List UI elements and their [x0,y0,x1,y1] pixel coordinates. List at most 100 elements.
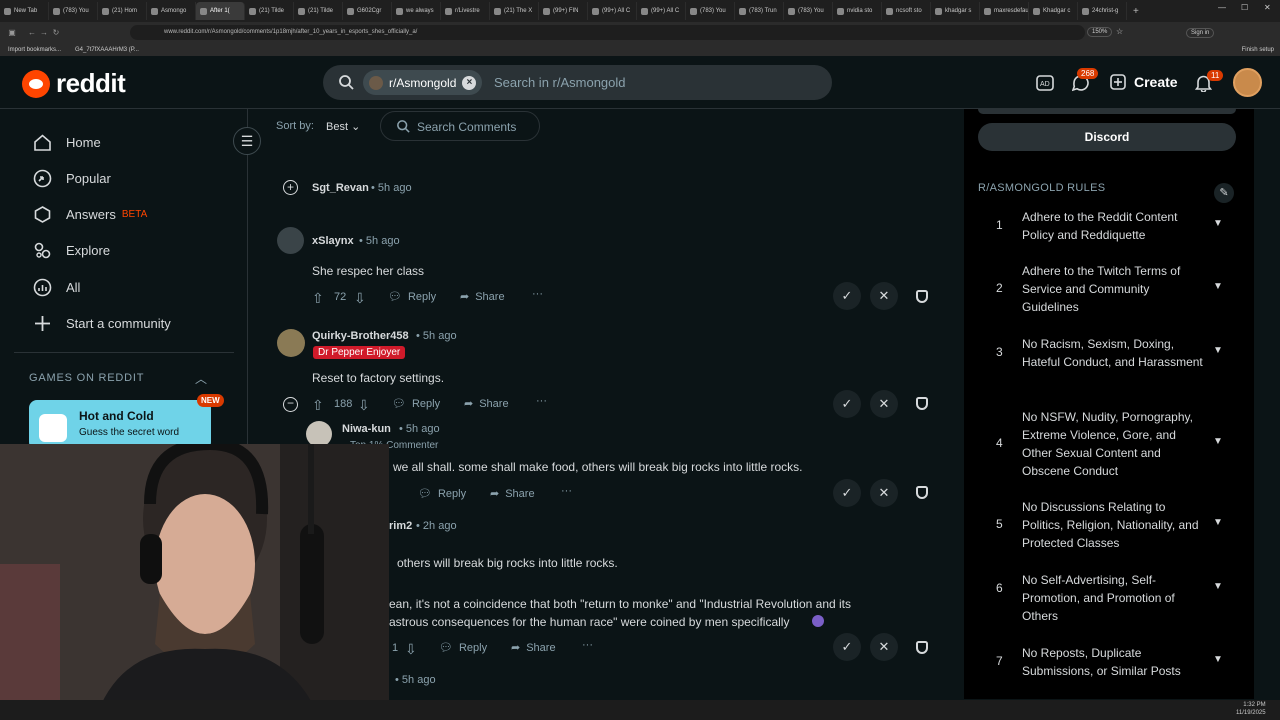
browser-tab[interactable]: (783) You [784,2,833,20]
forward-icon[interactable]: → [38,28,50,37]
sidebar-item-answers[interactable]: Answers BETA [33,205,147,224]
game-card[interactable] [29,400,211,450]
clear-chip-icon[interactable]: × [462,75,477,90]
approve-button[interactable]: ✓ [833,282,861,310]
chevron-down-icon[interactable]: ▼ [1213,218,1223,229]
rule-text[interactable]: No Discussions Relating to Politics, Rel… [1022,498,1207,552]
chevron-down-icon[interactable]: ▼ [1213,581,1223,592]
menu-toggle-button[interactable]: ☰ [233,127,261,155]
browser-tab[interactable]: (21) Tilde [294,2,343,20]
rule-text[interactable]: No Reposts, Duplicate Submissions, or Si… [1022,644,1207,680]
close-window-icon[interactable]: ✕ [1264,3,1271,12]
more-options-icon[interactable]: ··· [561,485,572,497]
browser-tab[interactable]: r/Livestre [441,2,490,20]
reload-icon[interactable]: ↻ [50,28,62,37]
downvote-icon[interactable]: ⇩ [354,290,366,307]
browser-tab[interactable]: nvidia sto [833,2,882,20]
sidebar-item-start-community[interactable]: Start a community [33,314,171,333]
browser-tab[interactable]: Asmongo [147,2,196,20]
rule-text[interactable]: Adhere to the Reddit Content Policy and … [1022,208,1207,244]
more-options-icon[interactable]: ··· [532,288,543,300]
comment-username[interactable]: Quirky-Brother458 [312,330,409,342]
browser-tab[interactable]: (21) The X [490,2,539,20]
sign-in-button[interactable]: Sign in [1186,28,1215,38]
rule-text[interactable]: No Self-Advertising, Self-Promotion, and… [1022,571,1207,625]
remove-button[interactable]: ✕ [870,390,898,418]
remove-button[interactable]: ✕ [870,479,898,507]
browser-tab[interactable]: maxresdefault [980,2,1029,20]
subreddit-chip[interactable]: r/Asmongold × [363,70,483,95]
chevron-down-icon[interactable]: ▼ [1213,281,1223,292]
share-button[interactable]: ➦ Share [460,290,505,304]
comment-avatar[interactable] [277,329,305,357]
minimize-icon[interactable]: — [1218,3,1226,12]
sidebar-item-home[interactable]: Home [33,133,101,152]
search-input[interactable]: Search in r/Asmongold [494,75,626,90]
mod-shield-icon[interactable] [916,290,928,303]
edit-pencil-icon[interactable]: ✎ [1214,183,1234,203]
browser-tab[interactable]: ncsoft sto [882,2,931,20]
browser-tab[interactable]: (783) You [686,2,735,20]
reply-button[interactable]: 💬︎ Reply [392,397,440,411]
remove-button[interactable]: ✕ [870,633,898,661]
reply-button[interactable]: 💬︎ Reply [388,290,436,304]
sidebar-toggle-icon[interactable]: ▣ [6,28,18,37]
approve-button[interactable]: ✓ [833,390,861,418]
browser-tab[interactable]: After 1( [196,2,245,20]
sidebar-item-all[interactable]: All [33,278,80,297]
new-tab-icon[interactable]: + [1127,6,1145,17]
browser-tab[interactable]: (21) Hom [98,2,147,20]
remove-button[interactable]: ✕ [870,282,898,310]
share-button[interactable]: ➦ Share [464,397,509,411]
browser-tab[interactable]: we always [392,2,441,20]
comment-username[interactable]: Niwa-kun [342,423,391,435]
upvote-icon[interactable]: ⇧ [312,290,324,307]
more-options-icon[interactable]: ··· [536,395,547,407]
chevron-down-icon[interactable]: ▼ [1213,654,1223,665]
sort-dropdown[interactable]: Best ⌄ [326,120,360,133]
browser-tab[interactable]: G602Cgr [343,2,392,20]
search-comments-box[interactable]: Search Comments [380,111,540,141]
search-comments-input[interactable]: Search Comments [417,120,516,134]
bookmark-item[interactable]: Import bookmarks... [8,47,61,53]
mod-shield-icon[interactable] [916,641,928,654]
comment-username[interactable]: xSlaynx [312,235,354,247]
collapse-comment-icon[interactable]: − [283,397,298,412]
sidebar-item-popular[interactable]: Popular [33,169,111,188]
create-button[interactable]: Create [1110,74,1178,90]
games-section-header[interactable]: GAMES ON REDDIT [29,372,144,384]
mod-shield-icon[interactable] [916,397,928,410]
browser-tab[interactable]: (783) You [49,2,98,20]
mod-shield-icon[interactable] [916,486,928,499]
browser-tab[interactable]: New Tab [0,2,49,20]
sidebar-item-explore[interactable]: Explore [33,241,110,260]
rule-text[interactable]: No NSFW, Nudity, Pornography, Extreme Vi… [1022,408,1207,480]
comment-username[interactable]: Sgt_Revan [312,182,369,194]
rule-text[interactable]: No Racism, Sexism, Doxing, Hateful Condu… [1022,335,1207,371]
approve-button[interactable]: ✓ [833,479,861,507]
chevron-down-icon[interactable]: ▼ [1213,345,1223,356]
downvote-icon[interactable]: ⇩ [405,641,417,658]
browser-tab[interactable]: Khadgar c [1029,2,1078,20]
upvote-icon[interactable]: ⇧ [312,397,324,414]
share-button[interactable]: ➦ Share [490,487,535,501]
approve-button[interactable]: ✓ [833,633,861,661]
taskbar-clock[interactable]: 1:32 PM 11/19/2025 [1236,701,1266,717]
reply-button[interactable]: 💬︎ Reply [439,641,487,655]
chevron-down-icon[interactable]: ▼ [1213,517,1223,528]
downvote-icon[interactable]: ⇩ [358,397,370,414]
finish-setup-link[interactable]: Finish setup [1242,47,1274,53]
search-bar[interactable]: r/Asmongold × Search in r/Asmongold [323,65,832,100]
user-avatar[interactable] [1233,68,1262,97]
browser-tab[interactable]: 24christ-g [1078,2,1127,20]
browser-tab[interactable]: (21) Tilde [245,2,294,20]
bookmark-star-icon[interactable]: ☆ [1116,27,1123,36]
browser-tab[interactable]: khadgar s [931,2,980,20]
expand-comment-icon[interactable]: + [283,180,298,195]
discord-button[interactable]: Discord [978,123,1236,151]
back-icon[interactable]: ← [26,28,38,37]
chevron-up-icon[interactable]: ︿ [195,370,207,387]
rule-text[interactable]: Adhere to the Twitch Terms of Service an… [1022,262,1207,316]
chevron-down-icon[interactable]: ▼ [1213,436,1223,447]
bookmark-item[interactable]: G4_7t7fXAAAHrM3 (P... [75,47,139,53]
